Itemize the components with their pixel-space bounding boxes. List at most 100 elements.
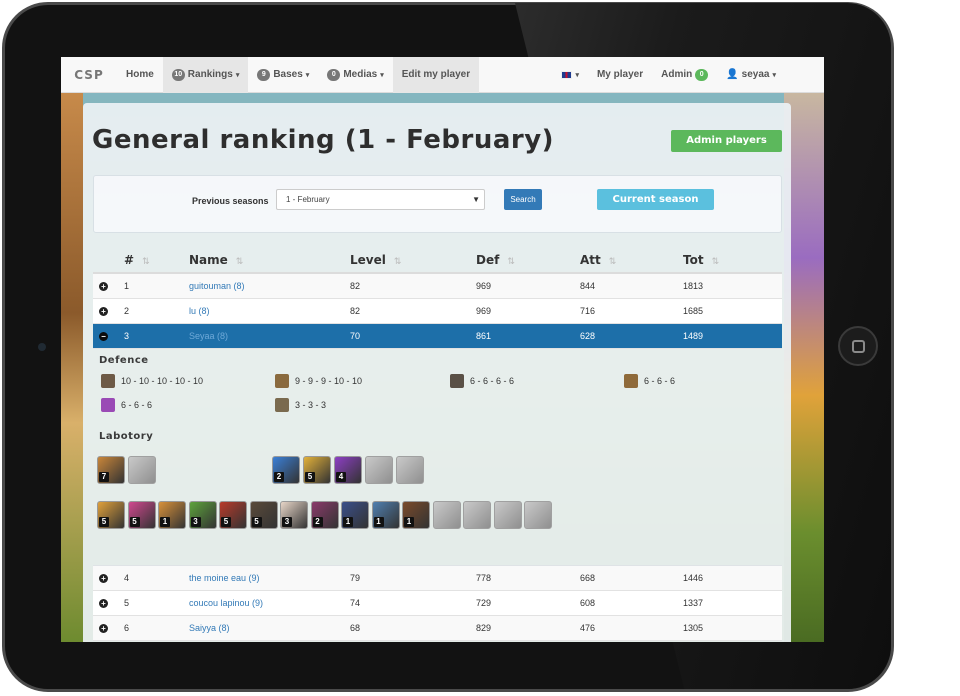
level-label: 2 bbox=[274, 472, 284, 482]
nav-medias-label: Medias bbox=[343, 69, 378, 80]
lightning-spell-icon: 2 bbox=[272, 456, 300, 484]
table-row[interactable]: + 2 lu (8) 82 969 716 1685 bbox=[93, 299, 782, 324]
cell-level: 82 bbox=[350, 281, 361, 291]
season-select[interactable]: 1 - February ▼ bbox=[276, 189, 485, 210]
table-row[interactable]: + 1 guitouman (8) 82 969 844 1813 bbox=[93, 274, 782, 299]
nav-bases-label: Bases bbox=[273, 69, 303, 80]
witch-icon bbox=[493, 501, 522, 529]
player-link[interactable]: lu (8) bbox=[189, 306, 210, 316]
cell-def: 729 bbox=[476, 598, 492, 608]
caret-down-icon: ▾ bbox=[772, 71, 776, 79]
defence-item: 6 - 6 - 6 bbox=[101, 398, 152, 412]
expand-icon[interactable]: + bbox=[99, 624, 108, 633]
expand-icon[interactable]: + bbox=[99, 574, 108, 583]
header-def[interactable]: Def ⇅ bbox=[476, 253, 580, 267]
level-label: 5 bbox=[99, 517, 109, 527]
sort-icon: ⇅ bbox=[608, 256, 617, 267]
level-label: 1 bbox=[343, 517, 353, 527]
collapse-icon[interactable]: − bbox=[99, 332, 108, 341]
nav-rankings[interactable]: 10 Rankings ▾ bbox=[162, 57, 249, 93]
cell-def: 969 bbox=[476, 281, 492, 291]
brand-logo[interactable]: CSP bbox=[61, 68, 117, 82]
sort-icon: ⇅ bbox=[235, 256, 244, 267]
player-link[interactable]: guitouman (8) bbox=[189, 281, 245, 291]
ranking-table: # ⇅ Name ⇅ Level ⇅ Def ⇅ Att ⇅ Tot ⇅ + 1 guito… bbox=[93, 247, 782, 641]
caret-down-icon: ▾ bbox=[305, 71, 310, 79]
nav-medias[interactable]: 0 Medias ▾ bbox=[318, 57, 392, 93]
wall-breaker-icon: 5 bbox=[219, 501, 247, 529]
header-tot[interactable]: Tot ⇅ bbox=[683, 253, 782, 267]
cell-tot: 1489 bbox=[683, 331, 704, 341]
header-rank[interactable]: # ⇅ bbox=[124, 253, 189, 267]
tablet-frame: CSP Home 10 Rankings ▾ 9 Bases ▾ 0 Media… bbox=[0, 0, 960, 696]
level-label: 3 bbox=[282, 517, 292, 527]
cell-att: 668 bbox=[580, 573, 596, 583]
barbarian-icon: 5 bbox=[97, 501, 125, 529]
healer-icon: 3 bbox=[280, 501, 308, 529]
caret-down-icon: ▾ bbox=[575, 71, 579, 79]
cell-def: 861 bbox=[476, 331, 492, 341]
player-link[interactable]: coucou lapinou (9) bbox=[189, 598, 263, 608]
table-row[interactable]: + 6 Saiyya (8) 68 829 476 1305 bbox=[93, 616, 782, 641]
table-row-selected[interactable]: − 3 Seyaa (8) 70 861 628 1489 bbox=[93, 324, 782, 349]
navbar-right: ▾ My player Admin 0 👤 seyaa ▾ bbox=[552, 57, 824, 93]
header-att[interactable]: Att ⇅ bbox=[580, 253, 683, 267]
nav-user-label: seyaa bbox=[741, 69, 770, 80]
current-season-button[interactable]: Current season bbox=[597, 189, 714, 210]
nav-home[interactable]: Home bbox=[117, 57, 163, 93]
nav-rankings-label: Rankings bbox=[187, 69, 233, 80]
cell-level: 82 bbox=[350, 306, 361, 316]
cell-tot: 1337 bbox=[683, 598, 704, 608]
header-name[interactable]: Name ⇅ bbox=[189, 253, 350, 267]
table-row[interactable]: + 5 coucou lapinou (9) 74 729 608 1337 bbox=[93, 591, 782, 616]
screen: CSP Home 10 Rankings ▾ 9 Bases ▾ 0 Media… bbox=[61, 57, 824, 642]
expand-icon[interactable]: + bbox=[99, 599, 108, 608]
barbarian-king-icon: 7 bbox=[97, 456, 125, 484]
nav-admin[interactable]: Admin 0 bbox=[652, 57, 717, 93]
nav-user[interactable]: 👤 seyaa ▾ bbox=[717, 57, 824, 93]
nav-edit-player[interactable]: Edit my player bbox=[392, 57, 480, 93]
freeze-spell-icon bbox=[396, 456, 424, 484]
bases-count-badge: 9 bbox=[257, 68, 271, 81]
defence-item: 10 - 10 - 10 - 10 - 10 bbox=[101, 374, 203, 388]
nav-language[interactable]: ▾ bbox=[552, 57, 588, 93]
player-link[interactable]: Seyaa (8) bbox=[189, 331, 228, 341]
defence-title: Defence bbox=[99, 355, 149, 366]
search-button[interactable]: Search bbox=[504, 189, 542, 210]
player-link[interactable]: the moine eau (9) bbox=[189, 573, 260, 583]
admin-players-button[interactable]: Admin players bbox=[671, 130, 782, 152]
table-row[interactable]: + 4 the moine eau (9) 79 778 668 1446 bbox=[93, 566, 782, 591]
player-details: Defence 10 - 10 - 10 - 10 - 10 9 - 9 - 9… bbox=[93, 349, 782, 566]
cell-def: 778 bbox=[476, 573, 492, 583]
season-select-value: 1 - February bbox=[286, 195, 330, 204]
jump-spell-icon bbox=[365, 456, 393, 484]
navbar: CSP Home 10 Rankings ▾ 9 Bases ▾ 0 Media… bbox=[61, 57, 824, 93]
archer-icon: 5 bbox=[127, 501, 156, 529]
archer-queen-icon bbox=[128, 456, 156, 484]
cell-rank: 5 bbox=[124, 598, 130, 608]
dragon-icon: 2 bbox=[310, 501, 339, 529]
cell-att: 628 bbox=[580, 331, 596, 341]
nav-bases[interactable]: 9 Bases ▾ bbox=[248, 57, 318, 93]
defence-item: 6 - 6 - 6 bbox=[624, 374, 675, 388]
rankings-count-badge: 10 bbox=[171, 68, 185, 81]
level-label: 4 bbox=[336, 472, 346, 482]
lava-hound-icon bbox=[524, 501, 552, 529]
page-title: General ranking (1 - February) bbox=[92, 125, 555, 155]
player-link[interactable]: Saiyya (8) bbox=[189, 623, 230, 633]
cell-level: 74 bbox=[350, 598, 361, 608]
home-button-icon bbox=[838, 326, 878, 366]
laboratory-title: Labotory bbox=[99, 431, 154, 442]
header-level[interactable]: Level ⇅ bbox=[350, 253, 476, 267]
level-label: 1 bbox=[404, 517, 414, 527]
expand-icon[interactable]: + bbox=[99, 282, 108, 291]
air-defense-icon bbox=[624, 374, 638, 388]
previous-seasons-label: Previous seasons bbox=[192, 196, 269, 206]
cell-att: 608 bbox=[580, 598, 596, 608]
nav-my-player[interactable]: My player bbox=[588, 57, 652, 93]
rage-spell-icon: 4 bbox=[334, 456, 362, 484]
sort-icon: ⇅ bbox=[711, 256, 720, 267]
wizard-icon: 5 bbox=[249, 501, 278, 529]
cell-rank: 1 bbox=[124, 281, 130, 291]
expand-icon[interactable]: + bbox=[99, 307, 108, 316]
